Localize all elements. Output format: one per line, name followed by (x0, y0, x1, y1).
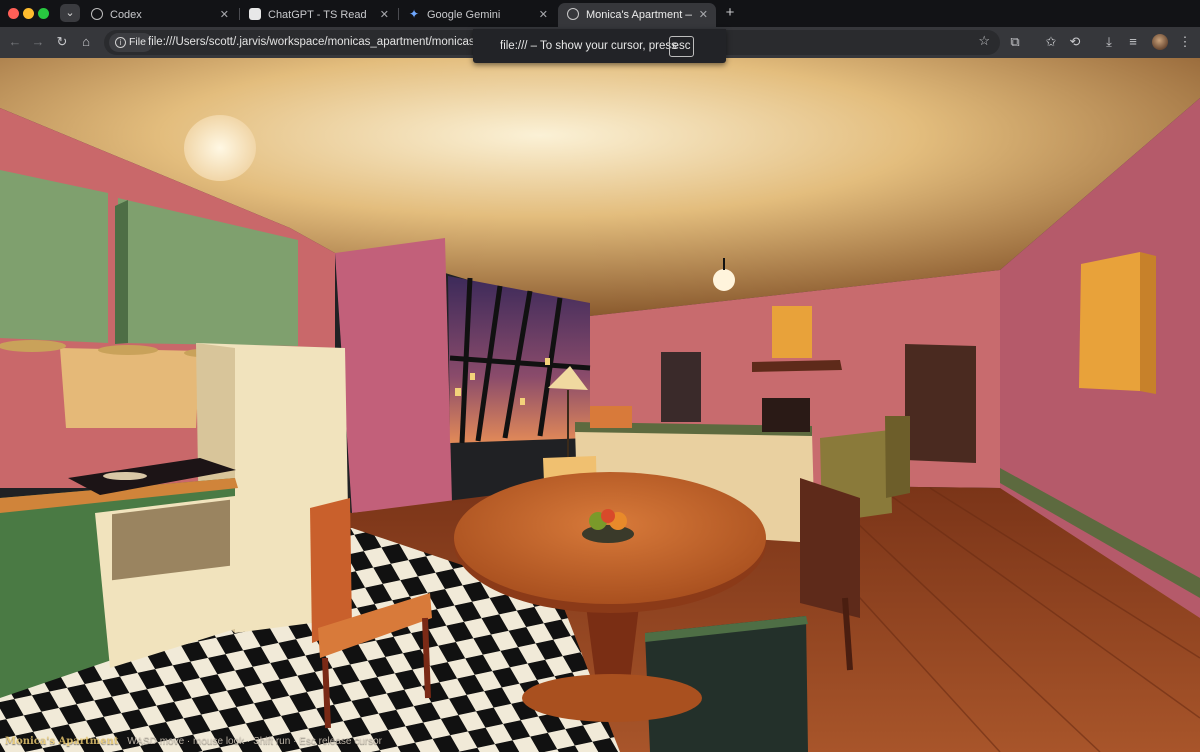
tab-chatgpt[interactable]: ChatGPT - TS Read ✕ (240, 3, 397, 27)
tab-gemini[interactable]: ✦ Google Gemini ✕ (399, 3, 556, 27)
url-text[interactable]: file:///Users/scott/.jarvis/workspace/mo… (148, 30, 478, 55)
hud-title: Monica's Apartment (5, 736, 119, 747)
close-tab-icon[interactable]: ✕ (699, 4, 708, 26)
back-button[interactable]: ← (6, 33, 24, 51)
apartment-3d-viewport[interactable]: Monica's Apartment WASD move · mouse loo… (0, 58, 1200, 752)
download-icon[interactable]: ⤓ (1100, 33, 1118, 51)
close-tab-icon[interactable]: ✕ (380, 4, 389, 26)
esc-key-badge: esc (669, 36, 694, 57)
scene-render (0, 58, 1200, 752)
close-tab-icon[interactable]: ✕ (220, 4, 229, 26)
tab-title: Google Gemini (427, 9, 501, 21)
info-icon: i (115, 37, 126, 48)
tab-title: Codex (110, 9, 142, 21)
history-icon[interactable]: ⟲ (1066, 33, 1084, 51)
tab-search-button[interactable]: ⌄ (60, 4, 80, 22)
tab-codex[interactable]: Codex ✕ (82, 3, 237, 27)
minimize-window-button[interactable] (23, 8, 34, 19)
forward-button[interactable]: → (29, 33, 47, 51)
fullscreen-cursor-toast: file:/// – To show your cursor, press es… (473, 29, 726, 63)
codex-icon (91, 8, 103, 20)
toast-message: file:/// – To show your cursor, press (500, 40, 677, 52)
browser-window: ⌄ Codex ✕ ChatGPT - TS Read ✕ ✦ Google G… (0, 0, 1200, 752)
extensions-icon[interactable]: ⧉ (1006, 33, 1024, 51)
tab-strip: ⌄ Codex ✕ ChatGPT - TS Read ✕ ✦ Google G… (0, 0, 1200, 27)
menu-kebab-icon[interactable]: ⋮ (1176, 33, 1194, 51)
bookmark-star-icon[interactable]: ☆ (978, 33, 990, 49)
chatgpt-icon (249, 8, 261, 20)
controls-hud: Monica's Apartment WASD move · mouse loo… (5, 736, 382, 747)
bookmarks-icon[interactable]: ✩ (1042, 33, 1060, 51)
chip-label: File (129, 36, 146, 48)
tab-title: ChatGPT - TS Read (268, 9, 367, 21)
chevron-down-icon: ⌄ (65, 7, 75, 19)
new-tab-button[interactable]: + (720, 3, 740, 23)
tab-monicas-apartment[interactable]: Monica's Apartment — First P ✕ (558, 3, 716, 27)
home-button[interactable]: ⌂ (77, 33, 95, 51)
media-controls-icon[interactable]: ≡ (1124, 33, 1142, 51)
close-window-button[interactable] (8, 8, 19, 19)
close-tab-icon[interactable]: ✕ (539, 4, 548, 26)
gemini-icon: ✦ (408, 7, 420, 21)
globe-icon (567, 8, 579, 20)
site-info-chip[interactable]: i File (109, 33, 153, 52)
reload-button[interactable]: ↻ (53, 33, 71, 51)
zoom-window-button[interactable] (38, 8, 49, 19)
hud-instructions: WASD move · mouse look · Shift run · Esc… (127, 736, 383, 747)
tab-title: Monica's Apartment — First P (586, 9, 692, 21)
profile-avatar[interactable] (1152, 34, 1168, 50)
